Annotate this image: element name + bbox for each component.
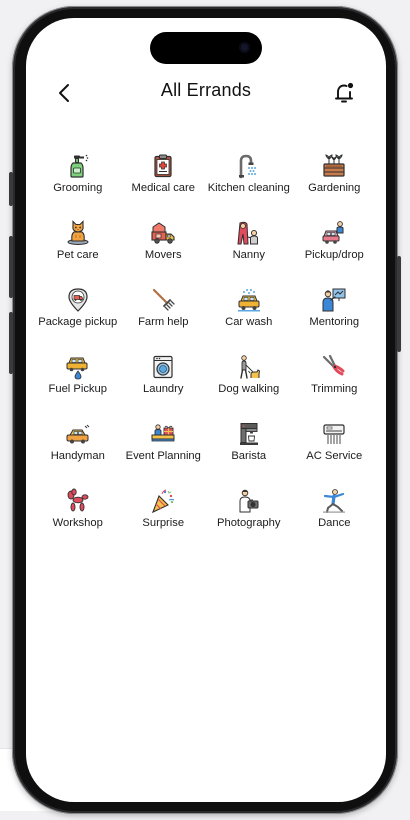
rake-icon xyxy=(153,288,175,311)
errand-label: Trimming xyxy=(311,383,358,395)
errand-tile[interactable]: Nanny xyxy=(206,220,292,287)
errand-label: Kitchen cleaning xyxy=(207,182,290,194)
errand-label: Photography xyxy=(217,517,281,529)
errand-label: Grooming xyxy=(53,182,103,194)
plant-box-icon xyxy=(323,154,345,177)
action-button xyxy=(9,172,13,206)
spray-bottle-icon xyxy=(70,154,89,178)
fuel-car-icon xyxy=(66,357,88,380)
mentor-board-icon xyxy=(322,288,346,312)
errand-label: Movers xyxy=(144,249,182,261)
clipboard-medical-icon xyxy=(154,154,172,178)
service-car-icon xyxy=(66,424,90,444)
errand-label: Event Planning xyxy=(125,450,201,462)
washing-machine-icon xyxy=(153,355,173,379)
errand-label: Barista xyxy=(231,450,267,462)
errand-label: Laundry xyxy=(143,383,184,395)
errand-tile[interactable]: Dog walking xyxy=(206,354,292,421)
app-header: All Errands xyxy=(26,78,386,108)
errand-label: Handyman xyxy=(50,450,105,462)
package-location-icon xyxy=(68,288,88,312)
event-gift-icon xyxy=(151,424,175,442)
photographer-icon xyxy=(239,489,259,513)
errand-tile[interactable]: Event Planning xyxy=(121,421,207,488)
errand-tile[interactable]: Trimming xyxy=(292,354,378,421)
power-button xyxy=(397,256,401,352)
errand-tile[interactable]: AC Service xyxy=(292,421,378,488)
volume-up-button xyxy=(9,236,13,298)
errand-tile[interactable]: Barista xyxy=(206,421,292,488)
errand-tile[interactable]: Kitchen cleaning xyxy=(206,153,292,220)
errand-label: Car wash xyxy=(225,316,273,328)
dancer-icon xyxy=(323,489,346,513)
dynamic-island xyxy=(150,32,262,64)
camera-icon xyxy=(239,42,250,53)
errand-label: Medical care xyxy=(131,182,195,194)
air-conditioner-icon xyxy=(323,424,345,444)
errand-label: Pickup/drop xyxy=(304,249,364,261)
balloon-dog-icon xyxy=(67,488,89,512)
errand-tile[interactable]: Dance xyxy=(292,488,378,555)
errand-label: Farm help xyxy=(138,316,189,328)
errand-label: Gardening xyxy=(308,182,361,194)
errand-tile[interactable]: Grooming xyxy=(35,153,121,220)
dog-walker-icon xyxy=(240,355,260,379)
errands-grid: Grooming Medical care Kitchen cleaning G… xyxy=(35,153,377,555)
errand-tile[interactable]: Package pickup xyxy=(35,287,121,354)
errand-tile[interactable]: Gardening xyxy=(292,153,378,220)
errand-tile[interactable]: Laundry xyxy=(121,354,207,421)
errand-tile[interactable]: Medical care xyxy=(121,153,207,220)
errand-tile[interactable]: Handyman xyxy=(35,421,121,488)
party-popper-icon xyxy=(152,489,175,514)
bell-notification-icon xyxy=(335,82,354,103)
car-wash-icon xyxy=(237,289,260,312)
errand-label: Dance xyxy=(318,517,351,529)
app-screen: All Errands Grooming Medical care Kitche… xyxy=(26,18,386,802)
errand-label: Workshop xyxy=(52,517,103,529)
person-car-icon xyxy=(322,221,344,244)
errand-tile[interactable]: Car wash xyxy=(206,287,292,354)
errand-tile[interactable]: Photography xyxy=(206,488,292,555)
errand-label: AC Service xyxy=(306,450,363,462)
errand-label: Pet care xyxy=(56,249,99,261)
volume-down-button xyxy=(9,312,13,374)
nanny-child-icon xyxy=(237,221,258,245)
errand-label: Surprise xyxy=(142,517,185,529)
errand-label: Mentoring xyxy=(309,316,360,328)
errand-tile[interactable]: Pickup/drop xyxy=(292,220,378,287)
errand-label: Fuel Pickup xyxy=(48,383,107,395)
errand-tile[interactable]: Movers xyxy=(121,220,207,287)
faucet-icon xyxy=(238,154,256,179)
shears-icon xyxy=(323,354,345,376)
notifications-button[interactable] xyxy=(332,80,356,106)
errand-tile[interactable]: Workshop xyxy=(35,488,121,555)
errand-label: Package pickup xyxy=(38,316,118,328)
errand-label: Nanny xyxy=(232,249,265,261)
moving-truck-icon xyxy=(151,222,175,244)
coffee-machine-icon xyxy=(239,423,258,445)
errand-tile[interactable]: Surprise xyxy=(121,488,207,555)
errand-tile[interactable]: Mentoring xyxy=(292,287,378,354)
cat-icon xyxy=(67,220,89,245)
errand-tile[interactable]: Farm help xyxy=(121,287,207,354)
errand-tile[interactable]: Fuel Pickup xyxy=(35,354,121,421)
errand-label: Dog walking xyxy=(218,383,280,395)
errand-tile[interactable]: Pet care xyxy=(35,220,121,287)
